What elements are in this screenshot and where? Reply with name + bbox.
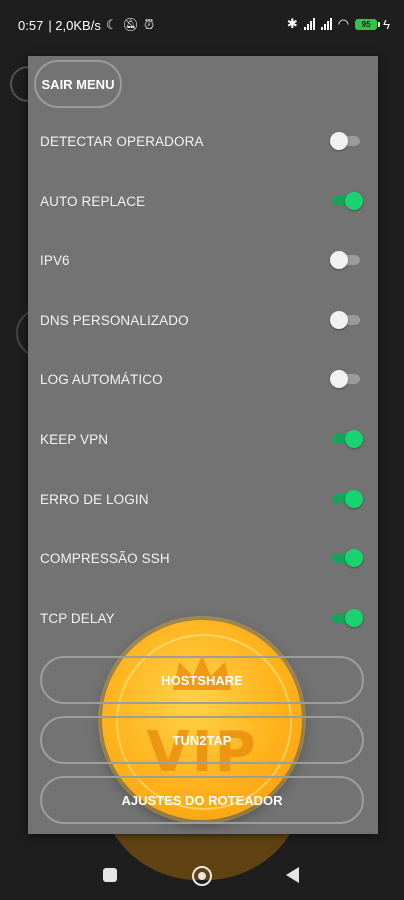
tun2tap-button[interactable]: TUN2TAP: [40, 716, 364, 764]
toggle-switch[interactable]: [330, 189, 364, 213]
signal-icon: [303, 18, 315, 30]
bluetooth-icon: ✱: [286, 16, 298, 31]
toggle-switch[interactable]: [330, 129, 364, 153]
charging-icon: ϟ: [383, 16, 390, 32]
toggle-switch[interactable]: [330, 248, 364, 272]
option-auto-replace[interactable]: AUTO REPLACE: [40, 186, 370, 216]
toggle-switch[interactable]: [330, 606, 364, 630]
router-settings-button[interactable]: AJUSTES DO ROTEADOR: [40, 776, 364, 824]
option-ipv6[interactable]: IPV6: [40, 245, 370, 275]
battery-icon: 95: [355, 18, 381, 30]
toggle-switch[interactable]: [330, 427, 364, 451]
signal-4g-icon: [320, 18, 332, 30]
recents-icon[interactable]: [103, 868, 117, 882]
option-label: KEEP VPN: [40, 431, 109, 447]
home-icon[interactable]: [192, 866, 212, 886]
back-icon[interactable]: [286, 867, 299, 883]
toggle-switch[interactable]: [330, 487, 364, 511]
wifi-icon: ◠: [337, 16, 350, 31]
network-speed: | 2,0KB/s: [48, 17, 101, 33]
muted-bell-icon: 🔕︎: [122, 17, 139, 32]
toggle-switch[interactable]: [330, 546, 364, 570]
option-label: DETECTAR OPERADORA: [40, 133, 204, 149]
close-menu-button[interactable]: SAIR MENU: [34, 60, 122, 108]
alarm-icon: ⏰︎: [144, 17, 155, 32]
option-label: DNS PERSONALIZADO: [40, 312, 189, 328]
option-login-error[interactable]: ERRO DE LOGIN: [40, 484, 370, 514]
option-auto-log[interactable]: LOG AUTOMÁTICO: [40, 364, 370, 394]
option-label: LOG AUTOMÁTICO: [40, 371, 163, 387]
option-label: ERRO DE LOGIN: [40, 491, 149, 507]
status-bar: 0:57 | 2,0KB/s ☾ 🔕︎ ⏰︎ ✱ ◠ 95 ϟ: [0, 0, 404, 50]
toggle-switch[interactable]: [330, 367, 364, 391]
hostshare-button[interactable]: HOSTSHARE: [40, 656, 364, 704]
option-ssh-compression[interactable]: COMPRESSÃO SSH: [40, 543, 370, 573]
option-label: IPV6: [40, 252, 70, 268]
status-time: 0:57: [18, 17, 44, 33]
battery-level: 95: [361, 19, 371, 29]
option-keep-vpn[interactable]: KEEP VPN: [40, 424, 370, 454]
settings-menu-panel: SAIR MENU DETECTAR OPERADORA AUTO REPLAC…: [28, 56, 378, 834]
option-label: COMPRESSÃO SSH: [40, 550, 170, 566]
option-custom-dns[interactable]: DNS PERSONALIZADO: [40, 305, 370, 335]
navigation-bar: [0, 850, 404, 900]
option-detect-operator[interactable]: DETECTAR OPERADORA: [40, 126, 370, 156]
option-label: AUTO REPLACE: [40, 193, 146, 209]
toggle-switch[interactable]: [330, 308, 364, 332]
option-label: TCP DELAY: [40, 610, 115, 626]
moon-icon: ☾: [105, 17, 118, 32]
